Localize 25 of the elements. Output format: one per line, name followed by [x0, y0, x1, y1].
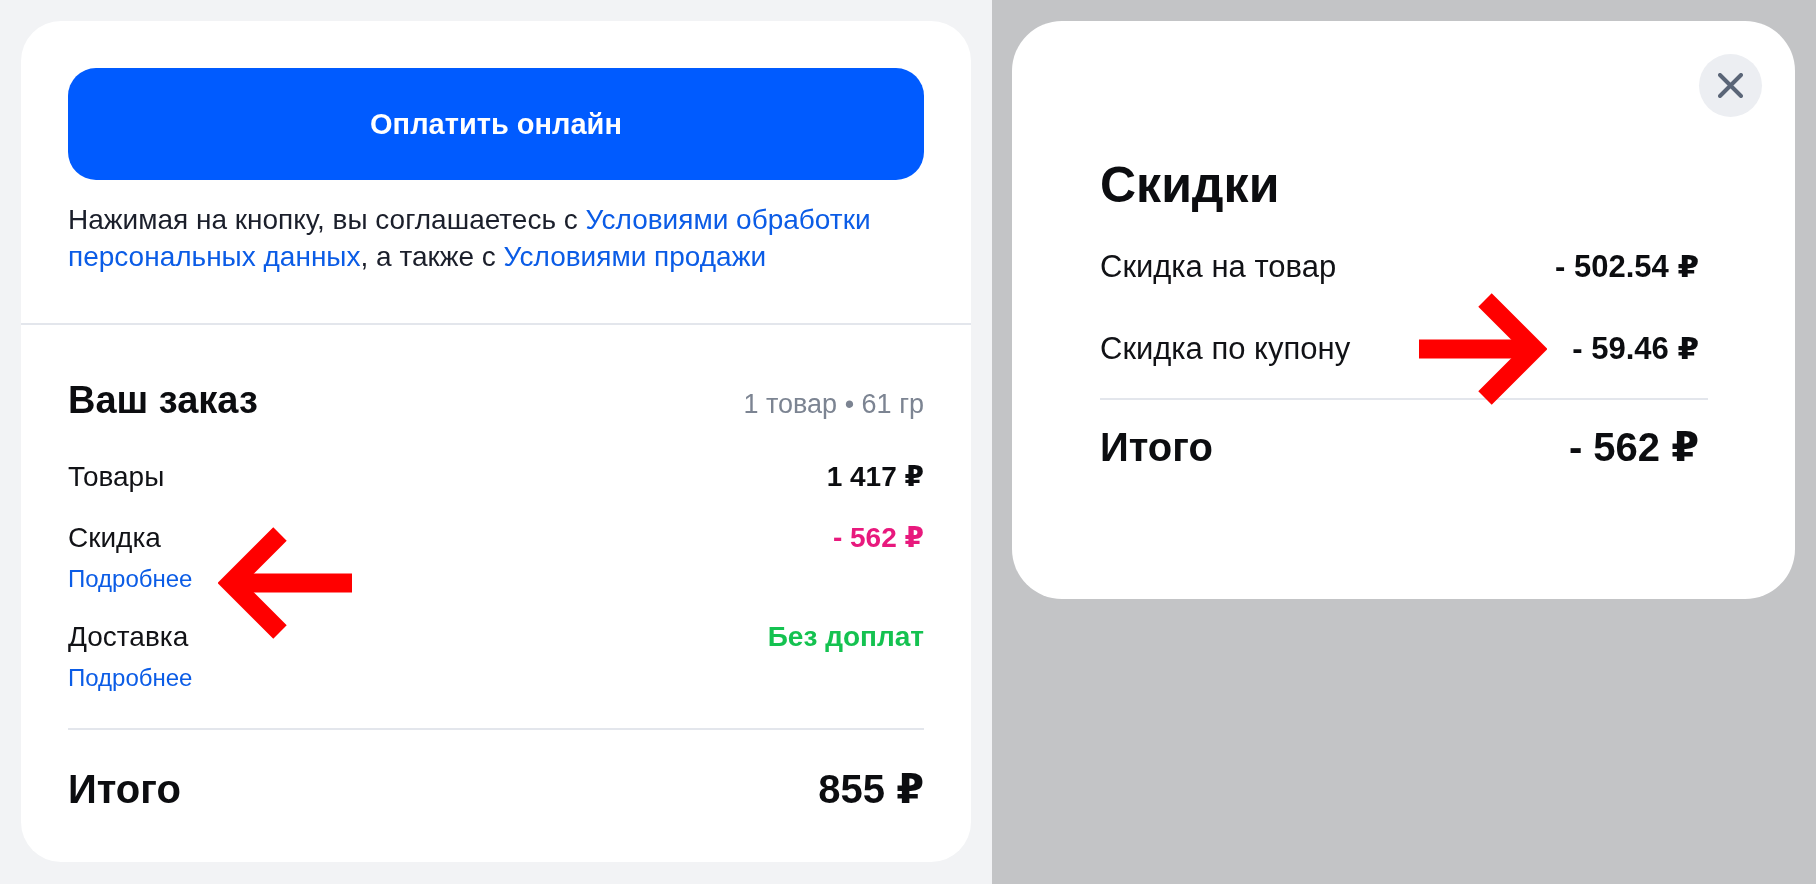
- discount-label: Скидка на товар: [1100, 248, 1337, 286]
- discount-label: Скидка по купону: [1100, 330, 1351, 368]
- pay-button[interactable]: Оплатить онлайн: [68, 68, 924, 180]
- details-link[interactable]: Подробнее: [68, 565, 193, 593]
- total-value: 855 ₽: [818, 766, 924, 812]
- total-value: - 562 ₽: [1568, 424, 1699, 470]
- total-label: Итого: [68, 766, 181, 812]
- terms-link[interactable]: персональных данных: [68, 241, 361, 272]
- summary-label: Доставка: [68, 620, 189, 654]
- summary-label: Скидка: [68, 521, 161, 555]
- consent-text: Нажимая на кнопку, вы соглашаетесь с Условиями обработки персональных данных, а также с Условиями продажи: [68, 203, 872, 274]
- close-icon: [1718, 73, 1743, 98]
- order-title: Ваш заказ: [68, 380, 258, 421]
- discount-value: - 502.54 ₽: [1555, 248, 1699, 286]
- terms-link[interactable]: Условиями продажи: [503, 241, 767, 272]
- summary-value: 1 417 ₽: [826, 460, 924, 494]
- total-label: Итого: [1100, 424, 1213, 470]
- details-link[interactable]: Подробнее: [68, 664, 193, 692]
- discount-value: - 59.46 ₽: [1572, 330, 1699, 368]
- order-summary: 1 товар • 61 гр: [743, 388, 924, 421]
- summary-label: Товары: [68, 460, 165, 494]
- summary-value: Без доплат: [767, 620, 924, 654]
- summary-value: - 562 ₽: [832, 521, 924, 555]
- terms-link[interactable]: Условиями обработки: [585, 204, 871, 235]
- dialog-title: Скидки: [1100, 156, 1281, 215]
